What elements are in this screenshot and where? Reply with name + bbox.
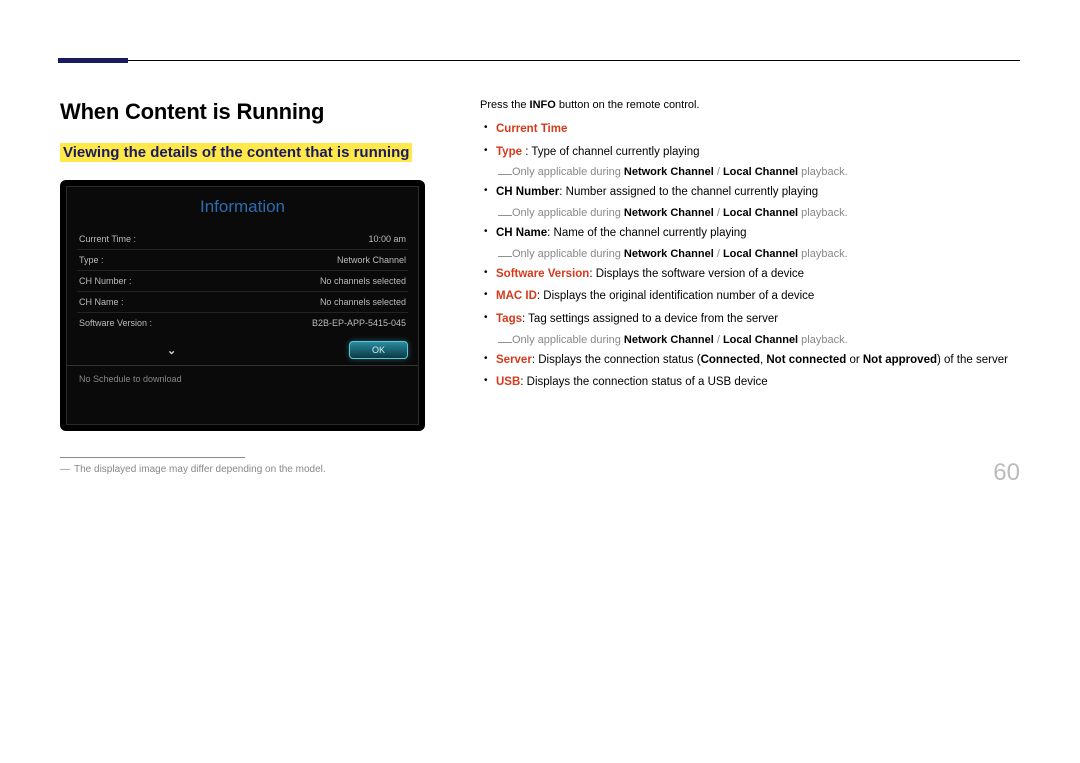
- list-item: Server: Displays the connection status (…: [480, 352, 1020, 369]
- info-value: B2B-EP-APP-5415-045: [312, 318, 406, 328]
- list-item: MAC ID: Displays the original identifica…: [480, 288, 1020, 305]
- info-label: CH Number :: [79, 276, 132, 286]
- info-value: No channels selected: [320, 297, 406, 307]
- info-row: CH Name : No channels selected: [77, 292, 408, 313]
- info-row: CH Number : No channels selected: [77, 271, 408, 292]
- sub-note: ― Only applicable during Network Channel…: [480, 334, 1020, 346]
- sub-note: ― Only applicable during Network Channel…: [480, 207, 1020, 219]
- info-bullet-list: Current Time Type : Type of channel curr…: [480, 121, 1020, 391]
- info-row: Type : Network Channel: [77, 250, 408, 271]
- device-screenshot: Information Current Time : 10:00 am Type…: [60, 180, 425, 431]
- list-item: CH Name: Name of the channel currently p…: [480, 225, 1020, 242]
- sub-note: ― Only applicable during Network Channel…: [480, 166, 1020, 178]
- ok-button[interactable]: OK: [349, 341, 408, 359]
- info-table: Current Time : 10:00 am Type : Network C…: [67, 229, 418, 337]
- header-rule: [60, 60, 1020, 61]
- list-item: Software Version: Displays the software …: [480, 266, 1020, 283]
- info-label: Current Time :: [79, 234, 136, 244]
- page-number: 60: [993, 459, 1020, 487]
- page-heading: When Content is Running: [60, 99, 450, 125]
- info-label: Type :: [79, 255, 104, 265]
- list-item: USB: Displays the connection status of a…: [480, 374, 1020, 391]
- list-item: Tags: Tag settings assigned to a device …: [480, 311, 1020, 328]
- info-label: CH Name :: [79, 297, 124, 307]
- info-row: Current Time : 10:00 am: [77, 229, 408, 250]
- info-lower-text: No Schedule to download: [67, 365, 418, 424]
- chevron-down-icon[interactable]: ⌄: [167, 344, 176, 357]
- info-value: Network Channel: [337, 255, 406, 265]
- info-value: 10:00 am: [368, 234, 406, 244]
- footnote-rule: [60, 457, 245, 458]
- info-panel-title: Information: [67, 187, 418, 229]
- section-subheading: Viewing the details of the content that …: [60, 143, 412, 162]
- header-accent: [58, 58, 128, 63]
- info-value: No channels selected: [320, 276, 406, 286]
- info-label: Software Version :: [79, 318, 152, 328]
- info-row: Software Version : B2B-EP-APP-5415-045: [77, 313, 408, 333]
- footnote: ―The displayed image may differ dependin…: [60, 464, 450, 475]
- list-item: Current Time: [480, 121, 1020, 138]
- list-item: Type : Type of channel currently playing: [480, 144, 1020, 161]
- list-item: CH Number: Number assigned to the channe…: [480, 184, 1020, 201]
- intro-text: Press the INFO button on the remote cont…: [480, 99, 1020, 111]
- sub-note: ― Only applicable during Network Channel…: [480, 248, 1020, 260]
